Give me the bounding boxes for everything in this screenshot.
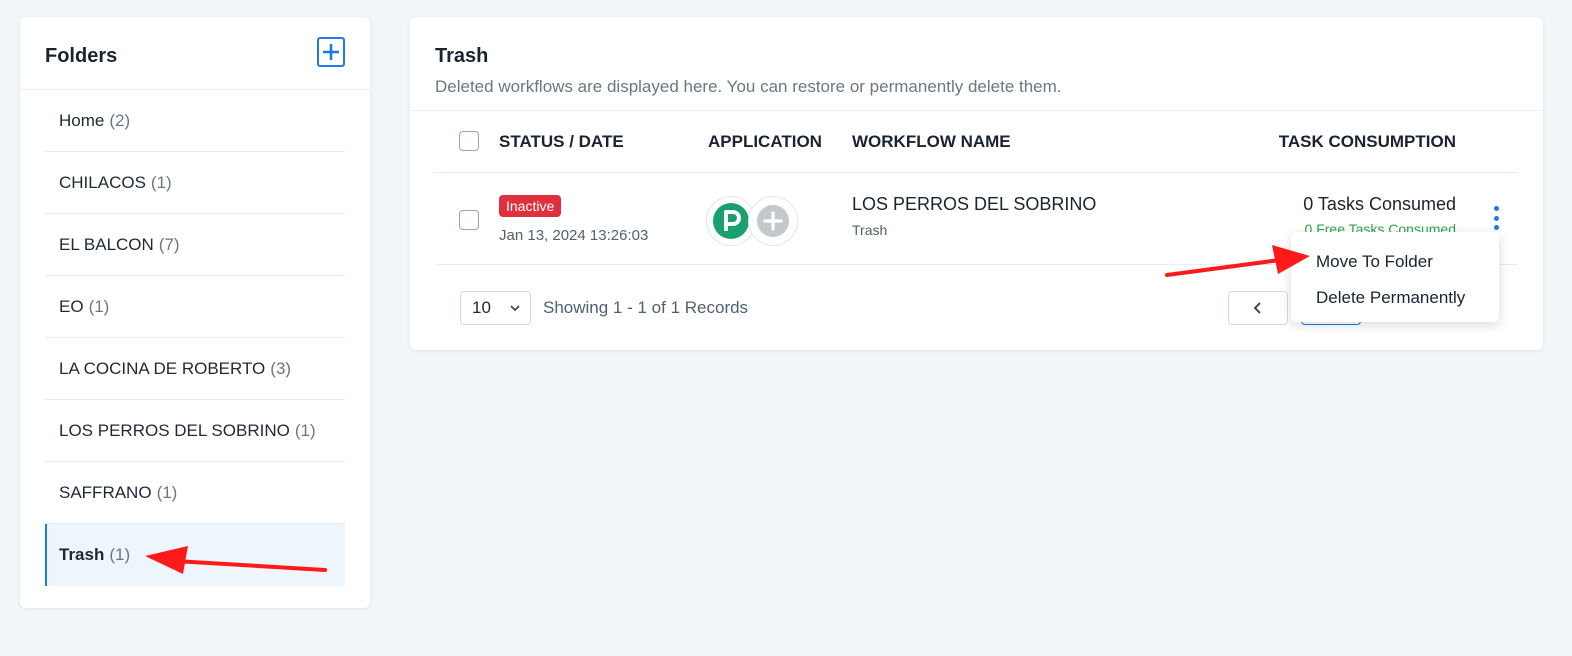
folder-name: Home bbox=[59, 110, 105, 130]
page-title: Trash bbox=[435, 45, 489, 67]
folder-count: (7) bbox=[158, 234, 180, 254]
workflow-name[interactable]: LOS PERROS DEL SOBRINO bbox=[852, 194, 1096, 215]
panel-header: Trash Deleted workflows are displayed he… bbox=[410, 17, 1543, 111]
folder-item-los-perros-del-sobrino[interactable]: LOS PERROS DEL SOBRINO (1) bbox=[45, 400, 345, 462]
chevron-left-icon bbox=[1253, 302, 1261, 314]
previous-page-button[interactable] bbox=[1228, 291, 1288, 325]
page-size-value: 10 bbox=[472, 298, 491, 317]
sidebar-title: Folders bbox=[45, 45, 118, 67]
folder-count: (1) bbox=[109, 545, 131, 564]
chevron-down-icon bbox=[510, 305, 520, 312]
folder-name: CHILACOS bbox=[59, 172, 146, 192]
folder-item-saffrano[interactable]: SAFFRANO (1) bbox=[45, 462, 345, 524]
row-actions-menu: Move To Folder Delete Permanently bbox=[1291, 232, 1499, 322]
folder-count: (2) bbox=[109, 110, 131, 130]
folder-list: Home (2) CHILACOS (1) EL BALCON (7) EO (1) L… bbox=[45, 90, 345, 586]
row-checkbox[interactable] bbox=[459, 210, 479, 230]
status-badge: Inactive bbox=[499, 195, 562, 217]
column-header-task-consumption: TASK CONSUMPTION bbox=[1278, 132, 1456, 151]
plus-icon bbox=[323, 44, 339, 60]
folder-count: (1) bbox=[294, 420, 316, 440]
folder-item-el-balcon[interactable]: EL BALCON (7) bbox=[45, 214, 345, 276]
row-date: Jan 13, 2024 13:26:03 bbox=[499, 227, 649, 244]
folder-item-chilacos[interactable]: CHILACOS (1) bbox=[45, 152, 345, 214]
column-header-application: APPLICATION bbox=[708, 132, 822, 151]
records-count: Showing 1 - 1 of 1 Records bbox=[543, 298, 749, 317]
page-size-select[interactable]: 10 bbox=[460, 291, 531, 325]
table-header: STATUS / DATE APPLICATION WORKFLOW NAME … bbox=[435, 111, 1518, 173]
workflow-folder: Trash bbox=[852, 222, 888, 238]
select-all-checkbox[interactable] bbox=[459, 131, 479, 151]
application-icons bbox=[706, 196, 801, 246]
folder-count: (1) bbox=[150, 172, 172, 192]
folder-item-eo[interactable]: EO (1) bbox=[45, 276, 345, 338]
folders-sidebar: Folders Home (2) CHILACOS (1) EL BALCON (7)… bbox=[20, 17, 370, 608]
page-subtitle: Deleted workflows are displayed here. Yo… bbox=[435, 77, 1062, 96]
tasks-consumed: 0 Tasks Consumed bbox=[1303, 194, 1456, 214]
column-header-status-date: STATUS / DATE bbox=[499, 132, 624, 151]
folder-name: LOS PERROS DEL SOBRINO bbox=[59, 420, 290, 440]
delete-permanently-item[interactable]: Delete Permanently bbox=[1291, 280, 1499, 316]
folder-item-trash[interactable]: Trash (1) bbox=[45, 524, 345, 586]
folder-count: (1) bbox=[156, 482, 178, 502]
folder-count: (1) bbox=[88, 296, 110, 316]
column-header-workflow-name: WORKFLOW NAME bbox=[852, 132, 1011, 151]
sidebar-header: Folders bbox=[20, 17, 370, 90]
folder-name: Trash bbox=[59, 545, 105, 564]
move-to-folder-item[interactable]: Move To Folder bbox=[1291, 244, 1499, 280]
plus-circle-icon bbox=[748, 196, 798, 246]
folder-item-la-cocina-de-roberto[interactable]: LA COCINA DE ROBERTO (3) bbox=[45, 338, 345, 400]
add-folder-button[interactable] bbox=[317, 37, 345, 67]
row-actions-kebab-icon[interactable] bbox=[1490, 206, 1502, 230]
folder-count: (3) bbox=[270, 358, 292, 378]
folder-name: SAFFRANO bbox=[59, 482, 152, 502]
folder-name: LA COCINA DE ROBERTO bbox=[59, 358, 266, 378]
folder-name: EO bbox=[59, 296, 84, 316]
folder-name: EL BALCON bbox=[59, 234, 154, 254]
folder-item-home[interactable]: Home (2) bbox=[45, 90, 345, 152]
